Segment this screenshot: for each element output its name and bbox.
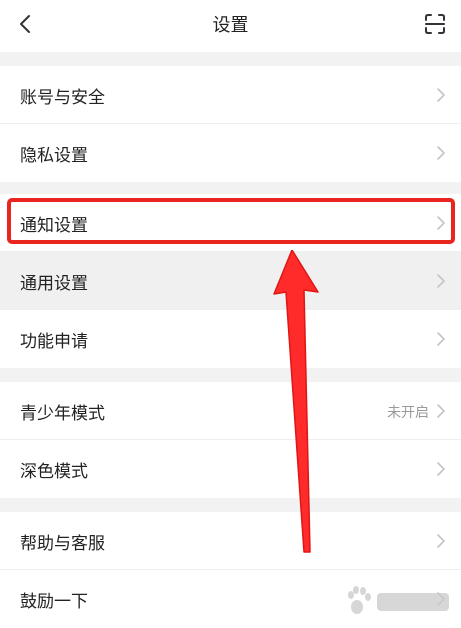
chevron-right-icon xyxy=(437,332,445,346)
settings-item-feature-request[interactable]: 功能申请 xyxy=(0,310,461,368)
chevron-right-icon xyxy=(437,274,445,288)
settings-item-teen-mode[interactable]: 青少年模式 未开启 xyxy=(0,382,461,440)
teen-mode-status: 未开启 xyxy=(387,405,429,421)
top-bar: 设置 xyxy=(0,0,461,52)
settings-item-account-security[interactable]: 账号与安全 xyxy=(0,66,461,124)
chevron-right-icon xyxy=(437,404,445,418)
settings-item-label: 功能申请 xyxy=(20,332,88,352)
settings-item-label: 青少年模式 xyxy=(20,404,105,424)
chevron-right-icon xyxy=(437,216,445,230)
settings-item-label: 通用设置 xyxy=(20,274,88,294)
settings-group-modes: 青少年模式 未开启 深色模式 xyxy=(0,382,461,498)
settings-item-general[interactable]: 通用设置 xyxy=(0,252,461,310)
settings-item-label: 深色模式 xyxy=(20,462,88,482)
settings-item-label: 通知设置 xyxy=(20,216,88,236)
settings-item-encourage[interactable]: 鼓励一下 xyxy=(0,570,461,628)
settings-item-notifications[interactable]: 通知设置 xyxy=(0,194,461,252)
chevron-right-icon xyxy=(437,534,445,548)
settings-item-label: 鼓励一下 xyxy=(20,592,88,612)
settings-item-dark-mode[interactable]: 深色模式 xyxy=(0,440,461,498)
settings-item-label: 隐私设置 xyxy=(20,146,88,166)
settings-group-account: 账号与安全 隐私设置 xyxy=(0,66,461,182)
settings-group-general: 通知设置 通用设置 功能申请 xyxy=(0,194,461,368)
settings-item-privacy[interactable]: 隐私设置 xyxy=(0,124,461,182)
settings-item-help[interactable]: 帮助与客服 xyxy=(0,512,461,570)
scan-icon[interactable] xyxy=(423,12,447,36)
chevron-right-icon xyxy=(437,146,445,160)
chevron-right-icon xyxy=(437,88,445,102)
settings-item-label: 账号与安全 xyxy=(20,88,105,108)
settings-group-support: 帮助与客服 鼓励一下 xyxy=(0,512,461,628)
chevron-right-icon xyxy=(437,462,445,476)
chevron-right-icon xyxy=(437,592,445,606)
settings-item-label: 帮助与客服 xyxy=(20,534,105,554)
page-title: 设置 xyxy=(212,15,249,36)
